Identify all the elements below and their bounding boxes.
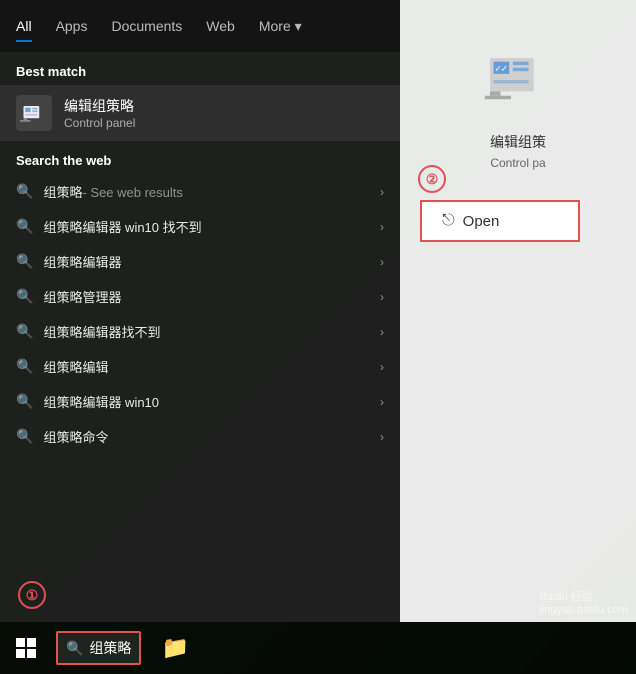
tab-web[interactable]: Web (206, 14, 235, 38)
taskbar-search-box[interactable]: 🔍 组策略 (56, 631, 141, 665)
search-icon-7: 🔍 (16, 428, 33, 445)
search-icon-2: 🔍 (16, 253, 33, 270)
chevron-icon-7: › (380, 430, 384, 444)
folder-icon: 📁 (162, 635, 189, 661)
search-icon-1: 🔍 (16, 218, 33, 235)
right-panel-title: 编辑组策 (490, 132, 546, 152)
tab-apps[interactable]: Apps (56, 14, 88, 38)
svg-text:✓: ✓ (501, 63, 508, 73)
start-menu-left-panel: All Apps Documents Web More ▾ Best match (0, 0, 400, 622)
nav-tabs: All Apps Documents Web More ▾ (0, 0, 400, 52)
web-search-item-4[interactable]: 🔍 组策略编辑器找不到 › (0, 314, 400, 349)
search-results: Best match 编辑组策略 Control panel (0, 52, 400, 622)
chevron-icon-3: › (380, 290, 384, 304)
taskbar-search-icon: 🔍 (66, 640, 83, 657)
open-icon: ⎋ (442, 212, 455, 230)
web-search-item-1[interactable]: 🔍 组策略编辑器 win10 找不到 › (0, 209, 400, 244)
web-search-text-5: 组策略编辑 (43, 357, 384, 376)
best-match-header: Best match (0, 52, 400, 85)
web-search-header: Search the web (0, 141, 400, 174)
chevron-icon-6: › (380, 395, 384, 409)
web-search-item-7[interactable]: 🔍 组策略命令 › (0, 419, 400, 454)
best-match-title: 编辑组策略 (64, 96, 135, 116)
right-panel-subtitle: Control pa (490, 156, 545, 170)
web-search-text-3: 组策略管理器 (43, 287, 384, 306)
annotation-circle-2: ② (418, 165, 446, 193)
web-search-text-0: 组策略- See web results (43, 182, 384, 201)
web-search-text-7: 组策略命令 (43, 427, 384, 446)
chevron-icon-0: › (380, 185, 384, 199)
chevron-icon-4: › (380, 325, 384, 339)
search-icon-4: 🔍 (16, 323, 33, 340)
best-match-text: 编辑组策略 Control panel (64, 96, 135, 130)
baidu-watermark: Baidu 经验 jingyan.baidu.com (539, 588, 628, 616)
start-menu-right-panel: ✓ ✓ 编辑组策 Control pa ⎋ Open ② (400, 0, 636, 622)
tab-documents[interactable]: Documents (111, 14, 182, 38)
best-match-subtitle: Control panel (64, 116, 135, 130)
chevron-icon-5: › (380, 360, 384, 374)
web-search-item-5[interactable]: 🔍 组策略编辑 › (0, 349, 400, 384)
baidu-url: jingyan.baidu.com (539, 604, 628, 616)
right-panel-icon: ✓ ✓ (478, 40, 558, 120)
search-icon-3: 🔍 (16, 288, 33, 305)
open-button-area: ⎋ Open (420, 200, 580, 242)
taskbar: 🔍 组策略 📁 (0, 622, 636, 674)
taskbar-folder-button[interactable]: 📁 (149, 622, 201, 674)
web-search-text-6: 组策略编辑器 win10 (43, 392, 384, 411)
web-search-item-0[interactable]: 🔍 组策略- See web results › (0, 174, 400, 209)
best-match-icon (16, 95, 52, 131)
tab-all[interactable]: All (16, 14, 32, 38)
open-label: Open (463, 213, 500, 230)
web-search-item-6[interactable]: 🔍 组策略编辑器 win10 › (0, 384, 400, 419)
chevron-icon-2: › (380, 255, 384, 269)
web-search-text-1: 组策略编辑器 win10 找不到 (43, 217, 384, 236)
taskbar-search-text: 组策略 (89, 638, 131, 658)
tab-more[interactable]: More ▾ (259, 14, 302, 39)
web-search-text-4: 组策略编辑器找不到 (43, 322, 384, 341)
annotation-circle-1: ① (18, 581, 46, 609)
chevron-icon-1: › (380, 220, 384, 234)
start-button[interactable] (0, 622, 52, 674)
baidu-text: Baidu 经验 (539, 588, 628, 604)
search-icon-6: 🔍 (16, 393, 33, 410)
web-search-item-3[interactable]: 🔍 组策略管理器 › (0, 279, 400, 314)
open-button[interactable]: ⎋ Open (420, 200, 580, 242)
web-search-item-2[interactable]: 🔍 组策略编辑器 › (0, 244, 400, 279)
best-match-item[interactable]: 编辑组策略 Control panel (0, 85, 400, 141)
search-icon-0: 🔍 (16, 183, 33, 200)
search-icon-5: 🔍 (16, 358, 33, 375)
web-search-text-2: 组策略编辑器 (43, 252, 384, 271)
start-menu: All Apps Documents Web More ▾ Best match (0, 0, 636, 622)
